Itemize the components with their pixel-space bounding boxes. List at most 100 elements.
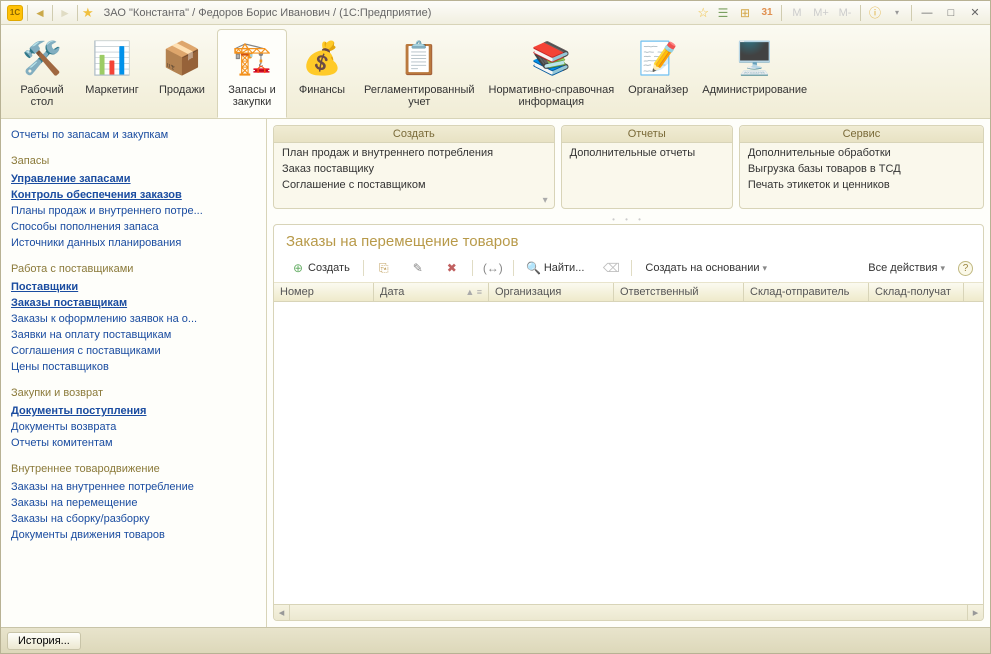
all-actions-button[interactable]: Все действия [861,259,952,277]
cancel-find-button[interactable]: ⌫ [597,258,625,278]
create-based-button[interactable]: Создать на основании [638,259,774,277]
favorite-icon[interactable]: ☆ [697,5,709,21]
sidebar-link[interactable]: Заказы на сборку/разборку [11,511,256,527]
close-button[interactable]: ✕ [966,5,984,21]
panel-link[interactable]: Заказ поставщику [274,161,554,177]
panel-expand-icon[interactable]: ▾ [274,195,554,208]
column-header[interactable]: Склад-отправитель [744,283,869,301]
sidebar-link[interactable]: Планы продаж и внутреннего потре... [11,203,256,219]
ribbon-item[interactable]: 🖥️ Администрирование [695,29,814,118]
sidebar-link[interactable]: Заказы на внутреннее потребление [11,479,256,495]
sidebar-link[interactable]: Заявки на оплату поставщикам [11,327,256,343]
m-minus-button[interactable]: M- [836,5,854,21]
panel-link[interactable]: План продаж и внутреннего потребления [274,145,554,161]
ribbon-icon: 📊 [88,34,136,82]
ribbon-item[interactable]: 📋 Регламентированныйучет [357,29,482,118]
delete-icon: ✖ [445,261,459,275]
sidebar-link[interactable]: Заказы к оформлению заявок на о... [11,311,256,327]
column-header[interactable]: Склад-получат [869,283,964,301]
ribbon-item[interactable]: 🛠️ Рабочийстол [7,29,77,118]
history-button[interactable]: История... [7,632,81,650]
info-dropdown-icon[interactable]: ▾ [889,5,905,21]
column-header[interactable]: Организация [489,283,614,301]
sidebar-link[interactable]: Цены поставщиков [11,359,256,375]
window-title: ЗАО "Константа" / Федоров Борис Иванович… [98,7,694,19]
sidebar: Отчеты по запасам и закупкам Запасы Управ… [1,119,267,627]
favorite-icon[interactable]: ★ [82,5,94,21]
separator [472,260,473,276]
ribbon-label: Финансы [299,84,345,96]
column-label: Склад-отправитель [750,286,849,298]
sidebar-group: Работа с поставщикамиПоставщикиЗаказы по… [11,263,256,375]
edit-button[interactable]: ✎ [404,258,432,278]
ribbon-item[interactable]: 📝 Органайзер [621,29,695,118]
help-icon[interactable]: ? [958,261,973,276]
column-label: Ответственный [620,286,699,298]
copy-button[interactable]: ⎘ [370,258,398,278]
sidebar-link[interactable]: Источники данных планирования [11,235,256,251]
clear-search-icon: ⌫ [604,261,618,275]
sidebar-link[interactable]: Заказы поставщикам [11,295,256,311]
sidebar-link[interactable]: Контроль обеспечения заказов [11,187,256,203]
info-icon[interactable]: ⓘ [867,5,883,21]
ribbon-item[interactable]: 📦 Продажи [147,29,217,118]
nav-back-icon[interactable]: ◄ [32,5,48,21]
column-label: Склад-получат [875,286,951,298]
panel-link[interactable]: Печать этикеток и ценников [740,177,983,193]
panel-title: Отчеты [562,126,732,143]
sidebar-link[interactable]: Поставщики [11,279,256,295]
scroll-right-icon[interactable]: ▸ [967,605,983,620]
sidebar-link[interactable]: Документы поступления [11,403,256,419]
sidebar-link[interactable]: Соглашения с поставщиками [11,343,256,359]
separator [631,260,632,276]
calendar-icon[interactable]: 31 [759,5,775,21]
ribbon-item[interactable]: 🏗️ Запасы изакупки [217,29,287,118]
app-window: 1C ◄ ► ★ ЗАО "Константа" / Федоров Борис… [0,0,991,654]
minimize-button[interactable]: — [918,5,936,21]
grid-body[interactable] [274,302,983,602]
delete-button[interactable]: ✖ [438,258,466,278]
data-grid[interactable]: НомерДата▲ ≡Организация Ответственный Скла… [274,283,983,604]
m-plus-button[interactable]: M+ [812,5,830,21]
ribbon-icon: 📦 [158,34,206,82]
titlebar: 1C ◄ ► ★ ЗАО "Константа" / Федоров Борис… [1,1,990,25]
nav-forward-icon[interactable]: ► [57,5,73,21]
column-header[interactable]: Дата▲ ≡ [374,283,489,301]
horizontal-scrollbar[interactable]: ◂ ▸ [274,604,983,620]
ribbon-item[interactable]: 💰 Финансы [287,29,357,118]
sidebar-group-title: Запасы [11,155,256,167]
ribbon-item[interactable]: 📚 Нормативно-справочнаяинформация [482,29,622,118]
scroll-left-icon[interactable]: ◂ [274,605,290,620]
create-button[interactable]: ⊕ Создать [284,258,357,278]
sidebar-link[interactable]: Отчеты комитентам [11,435,256,451]
panel-link[interactable]: Соглашение с поставщиком [274,177,554,193]
ribbon-item[interactable]: 📊 Маркетинг [77,29,147,118]
column-header[interactable]: Номер [274,283,374,301]
sidebar-link[interactable]: Документы возврата [11,419,256,435]
panel-title: Создать [274,126,554,143]
history-icon[interactable]: ☰ [715,5,731,21]
ribbon-label: Рабочийстол [20,84,63,108]
find-button[interactable]: 🔍 Найти... [520,258,592,278]
calculator-icon[interactable]: ⊞ [737,5,753,21]
separator [513,260,514,276]
ribbon-label: Регламентированныйучет [364,84,475,108]
m-button[interactable]: M [788,5,806,21]
app-logo-icon: 1C [7,5,23,21]
sidebar-link[interactable]: Документы движения товаров [11,527,256,543]
content-toolbar: ⊕ Создать ⎘ ✎ ✖ (↔) 🔍 Найти... ⌫ [274,254,983,283]
panel-grip-icon[interactable]: • • • [267,215,990,224]
sidebar-top-link[interactable]: Отчеты по запасам и закупкам [11,127,256,143]
sidebar-group: Внутреннее товародвижениеЗаказы на внутр… [11,463,256,543]
sidebar-link[interactable]: Способы пополнения запаса [11,219,256,235]
column-header[interactable]: Ответственный [614,283,744,301]
panel-create: Создать План продаж и внутреннего потреб… [273,125,555,209]
maximize-button[interactable]: □ [942,5,960,21]
sidebar-link[interactable]: Управление запасами [11,171,256,187]
panel-link[interactable]: Дополнительные обработки [740,145,983,161]
sidebar-link[interactable]: Заказы на перемещение [11,495,256,511]
ribbon-label: Маркетинг [85,84,138,96]
panel-link[interactable]: Дополнительные отчеты [562,145,732,161]
panel-link[interactable]: Выгрузка базы товаров в ТСД [740,161,983,177]
swap-button[interactable]: (↔) [479,258,507,278]
